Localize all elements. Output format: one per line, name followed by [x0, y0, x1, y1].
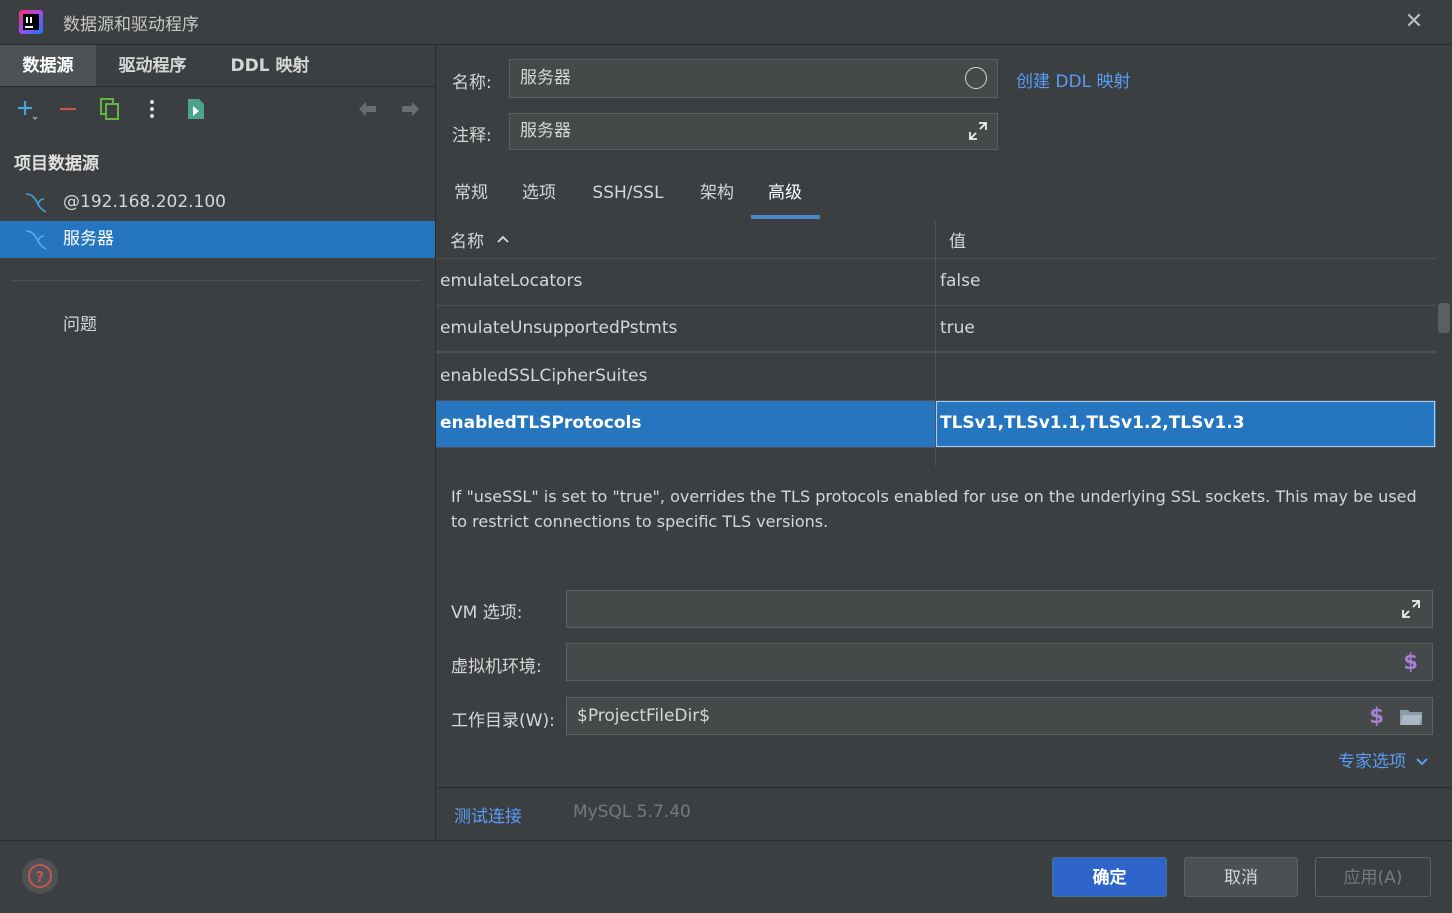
table-row[interactable]: emulateUnsupportedPstmts true — [436, 306, 1436, 353]
tab-advanced[interactable]: 高级 — [762, 178, 808, 220]
property-name: emulateUnsupportedPstmts — [440, 318, 678, 338]
name-field[interactable]: 服务器 — [509, 59, 998, 98]
datasource-settings-panel: 名称: 服务器 创建 DDL 映射 注释: 服务器 常规 选项 SSH/SSL … — [436, 45, 1452, 840]
chevron-down-icon — [1415, 757, 1429, 767]
apply-button[interactable]: 应用(A) — [1315, 857, 1431, 897]
divider — [436, 787, 1452, 788]
property-value[interactable]: TLSv1,TLSv1.1,TLSv1.2,TLSv1.3 — [940, 413, 1245, 433]
tab-schemas[interactable]: 架构 — [694, 178, 740, 220]
dialog-footer: ? 确定 取消 应用(A) — [0, 840, 1452, 913]
back-icon[interactable] — [356, 97, 380, 121]
tab-ddl-mappings[interactable]: DDL 映射 — [209, 45, 331, 87]
section-project-datasources: 项目数据源 — [14, 154, 99, 174]
divider — [12, 280, 422, 281]
tab-divider — [0, 86, 435, 87]
column-header-name[interactable]: 名称 — [450, 227, 484, 252]
property-value[interactable]: true — [940, 318, 975, 338]
left-panel: 数据源 驱动程序 DDL 映射 项目数据源 @192.168.202.100 服… — [0, 45, 436, 840]
comment-field[interactable]: 服务器 — [509, 113, 998, 150]
folder-icon[interactable] — [1399, 707, 1423, 727]
close-button[interactable]: ✕ — [1400, 8, 1428, 36]
help-icon: ? — [36, 868, 45, 886]
name-field-value: 服务器 — [520, 68, 571, 88]
color-circle-icon[interactable] — [965, 67, 987, 89]
property-name: enabledTLSProtocols — [440, 413, 642, 433]
problems-item[interactable]: 问题 — [63, 310, 97, 335]
table-row[interactable]: emulateLocators false — [436, 259, 1436, 306]
insert-macro-icon[interactable]: $ — [1369, 698, 1384, 734]
expand-icon[interactable] — [1401, 599, 1421, 619]
property-name: enabledSSLCipherSuites — [440, 366, 648, 386]
vm-env-label: 虚拟机环境: — [451, 657, 542, 677]
tab-general[interactable]: 常规 — [448, 178, 494, 220]
datasource-label: 服务器 — [63, 229, 114, 249]
datasource-label: @192.168.202.100 — [63, 192, 227, 212]
ok-button[interactable]: 确定 — [1052, 857, 1167, 897]
sort-ascending-icon[interactable] — [496, 233, 510, 245]
name-label: 名称: — [452, 73, 492, 93]
workdir-field[interactable]: $ProjectFileDir$ $ — [566, 697, 1433, 735]
table-scrollbar-thumb[interactable] — [1438, 303, 1450, 333]
forward-icon[interactable] — [398, 97, 422, 121]
tab-options[interactable]: 选项 — [516, 178, 562, 220]
import-icon[interactable] — [184, 97, 208, 121]
datasource-item-selected[interactable]: 服务器 — [0, 221, 435, 258]
workdir-value: $ProjectFileDir$ — [577, 706, 711, 726]
add-icon[interactable] — [14, 97, 38, 121]
title-bar: 数据源和驱动程序 ✕ — [0, 0, 1452, 45]
vm-options-field[interactable] — [566, 590, 1433, 628]
comment-label: 注释: — [452, 126, 492, 146]
column-header-value[interactable]: 值 — [949, 227, 966, 252]
tab-datasources[interactable]: 数据源 — [0, 45, 96, 87]
expand-icon[interactable] — [968, 121, 988, 141]
workdir-label: 工作目录(W): — [451, 711, 555, 731]
vm-env-field[interactable]: $ — [566, 643, 1433, 681]
property-name: emulateLocators — [440, 271, 583, 291]
driver-version-label: MySQL 5.7.40 — [573, 802, 691, 822]
properties-table: 名称 值 emulateLocators false emulateUnsupp… — [436, 221, 1436, 466]
expert-options-label: 专家选项 — [1338, 752, 1406, 772]
table-row[interactable]: enabledSSLCipherSuites — [436, 354, 1436, 401]
remove-icon[interactable] — [56, 97, 80, 121]
window-title: 数据源和驱动程序 — [63, 15, 199, 35]
active-tab-indicator — [751, 215, 820, 219]
help-button[interactable]: ? — [22, 858, 58, 894]
more-icon[interactable] — [140, 97, 164, 121]
mysql-icon — [24, 192, 48, 214]
mysql-icon — [24, 229, 48, 251]
tab-drivers[interactable]: 驱动程序 — [96, 45, 209, 87]
column-divider — [935, 221, 936, 466]
create-ddl-mapping-link[interactable]: 创建 DDL 映射 — [1016, 67, 1130, 92]
comment-field-value: 服务器 — [520, 121, 571, 141]
property-value[interactable]: false — [940, 271, 980, 291]
app-logo-icon — [18, 8, 44, 36]
vm-options-label: VM 选项: — [451, 603, 523, 623]
insert-macro-icon[interactable]: $ — [1403, 644, 1418, 680]
duplicate-icon[interactable] — [98, 97, 122, 121]
table-header: 名称 值 — [436, 221, 1436, 259]
property-description: If "useSSL" is set to "true", overrides … — [451, 487, 1417, 531]
table-row-selected[interactable]: enabledTLSProtocols TLSv1,TLSv1.1,TLSv1.… — [436, 401, 1436, 448]
tab-ssh-ssl[interactable]: SSH/SSL — [584, 178, 672, 220]
expert-options-toggle[interactable]: 专家选项 — [1338, 747, 1429, 772]
datasource-item[interactable]: @192.168.202.100 — [0, 184, 435, 221]
table-scrollbar[interactable] — [1436, 266, 1452, 466]
test-connection-link[interactable]: 测试连接 — [454, 802, 522, 827]
cancel-button[interactable]: 取消 — [1184, 857, 1298, 897]
